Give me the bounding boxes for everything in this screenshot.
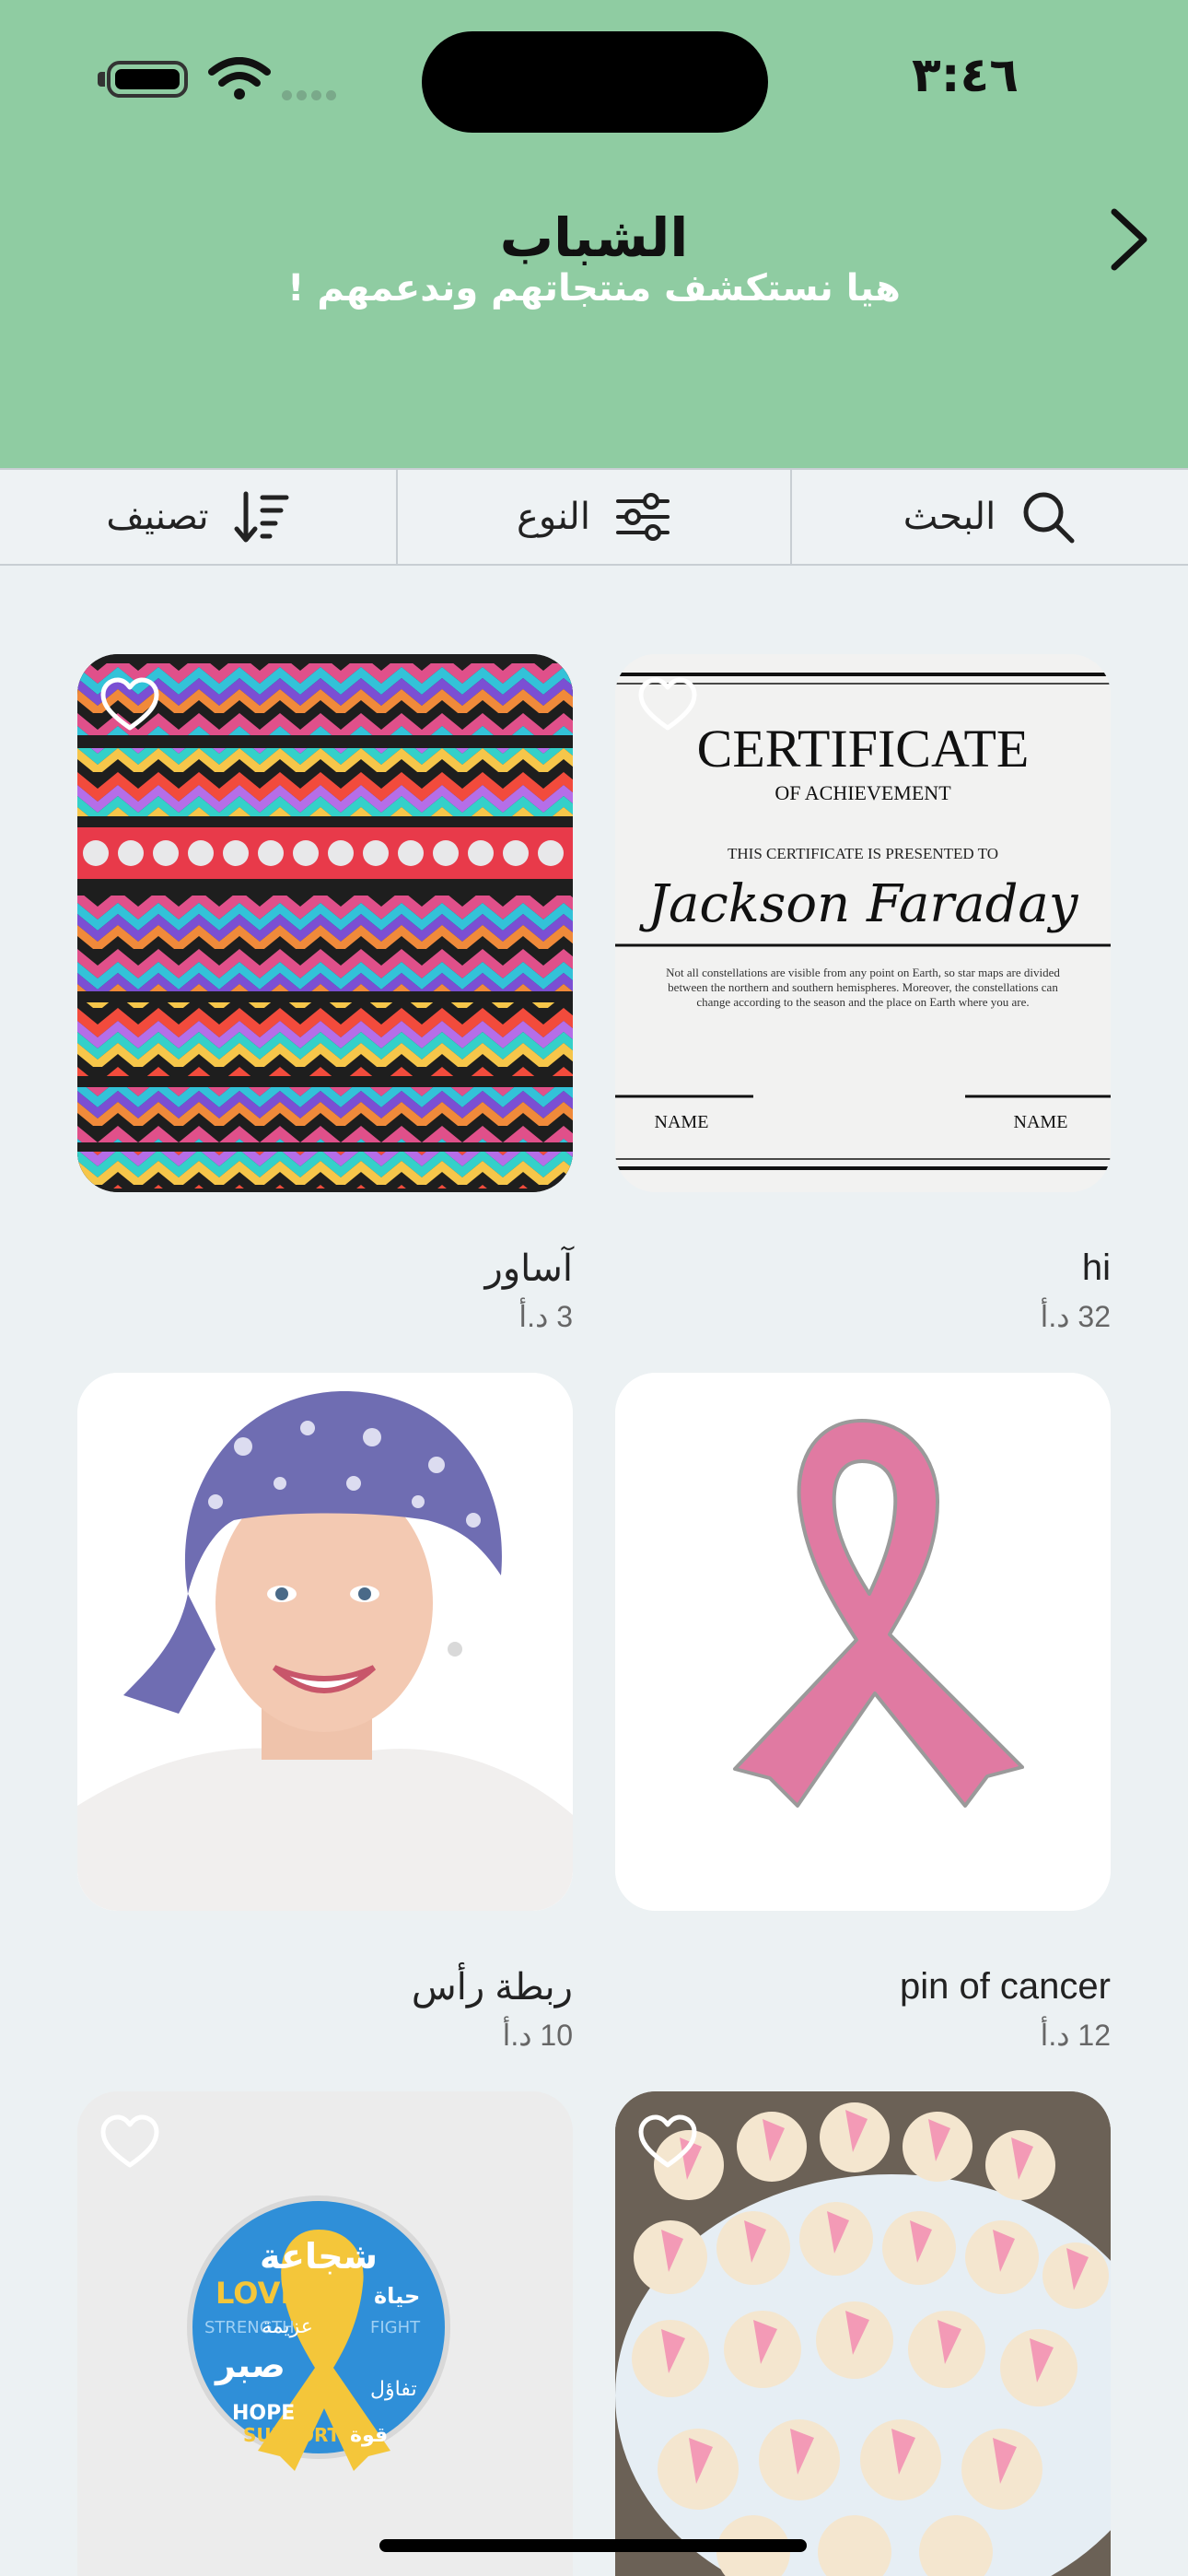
badge-word-life: حياة: [374, 2283, 420, 2309]
certificate-image: CERTIFICATE OF ACHIEVEMENT THIS CERTIFIC…: [615, 654, 1111, 1192]
product-image-headscarf[interactable]: [77, 1373, 573, 1911]
filter-toolbar: تصنيف النوع البحث: [0, 468, 1188, 566]
badge-word-optimism: تفاؤل: [370, 2378, 417, 2401]
favorite-heart-icon[interactable]: [99, 1395, 160, 1452]
certificate-sig-left: NAME: [655, 1112, 709, 1132]
product-image-certificate[interactable]: CERTIFICATE OF ACHIEVEMENT THIS CERTIFIC…: [615, 654, 1111, 1192]
type-label: النوع: [517, 496, 590, 538]
certificate-recipient: Jackson Faraday: [639, 874, 1079, 934]
badge-word-love: LOVE: [215, 2276, 300, 2311]
product-name: hi: [1081, 1247, 1111, 1288]
sliders-icon: [615, 493, 670, 541]
badge-word-support: SUPPORT: [243, 2424, 340, 2446]
product-price: 10 د.أ: [502, 2019, 573, 2052]
favorite-heart-icon[interactable]: [637, 2113, 698, 2171]
wifi-icon: [208, 57, 271, 100]
certificate-body-3: change according to the season and the p…: [696, 995, 1029, 1009]
woman-headscarf-image: [77, 1373, 573, 1911]
product-image-bracelets[interactable]: [77, 654, 573, 1192]
certificate-heading: CERTIFICATE: [697, 719, 1030, 779]
favorite-heart-icon[interactable]: [99, 676, 160, 733]
header: ٣:٤٦ الشباب هيا نستكشف منتجاتهم وندعمهم …: [0, 0, 1188, 468]
status-time: ٣:٤٦: [912, 48, 1019, 103]
cellular-signal-icon: [282, 87, 346, 100]
product-image-pink-ribbon[interactable]: [615, 1373, 1111, 1911]
page-title: الشباب: [499, 206, 689, 269]
home-indicator[interactable]: [379, 2539, 807, 2552]
certificate-body-1: Not all constellations are visible from …: [666, 966, 1060, 979]
battery-icon: [107, 61, 188, 98]
badge-word-hope: HOPE: [232, 2402, 295, 2425]
pink-ribbon-pin-image: [615, 1373, 1111, 1911]
product-price: 3 د.أ: [518, 1300, 573, 1333]
search-label: البحث: [903, 496, 996, 538]
certificate-body-2: between the northern and southern hemisp…: [668, 980, 1058, 994]
sort-button[interactable]: تصنيف: [0, 470, 396, 564]
favorite-heart-icon[interactable]: [99, 2113, 160, 2171]
product-name: pin of cancer: [899, 1966, 1111, 2007]
type-filter-button[interactable]: النوع: [396, 470, 792, 564]
search-button[interactable]: البحث: [792, 470, 1188, 564]
product-name: ربطة رأس: [411, 1967, 573, 2008]
badge-word-courage: شجاعة: [260, 2236, 378, 2277]
badge-word-fight: FIGHT: [370, 2318, 421, 2337]
product-image-badge[interactable]: شجاعة LOVE صبر HOPE SUPPORT STRENGTH FIG…: [77, 2091, 573, 2576]
sort-icon: [234, 491, 289, 543]
battery-tip: [98, 72, 105, 87]
badge-word-power: قوة: [350, 2424, 388, 2447]
certificate-subheading: OF ACHIEVEMENT: [775, 781, 951, 804]
dynamic-island: [422, 31, 768, 133]
badge-word-resolve: عزيمة: [262, 2315, 313, 2338]
search-icon: [1023, 492, 1075, 544]
certificate-sig-right: NAME: [1014, 1112, 1068, 1132]
badge-word-patience: صبر: [214, 2345, 285, 2385]
page-subtitle: هيا نستكشف منتجاتهم وندعمهم !: [287, 267, 901, 310]
product-name: آساور: [484, 1248, 573, 1289]
certificate-presented: THIS CERTIFICATE IS PRESENTED TO: [728, 845, 998, 862]
bracelets-image: [77, 654, 573, 1192]
sort-label: تصنيف: [106, 496, 209, 538]
favorite-heart-icon[interactable]: [637, 676, 698, 733]
product-price: 32 د.أ: [1040, 1300, 1111, 1333]
product-image-cupcakes[interactable]: [615, 2091, 1111, 2576]
product-price: 12 د.أ: [1040, 2019, 1111, 2052]
